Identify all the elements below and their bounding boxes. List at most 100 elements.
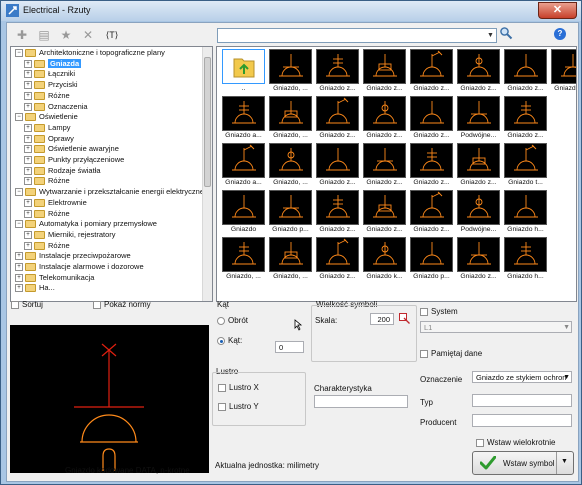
symbol-tile[interactable]: Gniazdo t... xyxy=(504,143,547,187)
tree-item[interactable]: + Oświetlenie awaryjne xyxy=(24,144,119,154)
chevron-down-icon[interactable]: ▼ xyxy=(486,30,495,41)
symbol-tile[interactable]: Gniazdo z... xyxy=(410,49,453,93)
tree-item[interactable]: + Lampy xyxy=(24,123,71,133)
remember-checkbox[interactable]: Pamiętaj dane xyxy=(420,349,482,358)
characteristic-input[interactable] xyxy=(314,395,408,408)
symbol-tile[interactable]: Gniazdo a... xyxy=(222,96,265,140)
tree-item[interactable]: + Łączniki xyxy=(24,69,75,79)
list-icon[interactable]: ▤ xyxy=(36,27,52,43)
symbol-grid[interactable]: .. Gniazdo, ... Gniazdo z... Gniazdo z... Gn… xyxy=(216,46,577,302)
symbol-tile[interactable]: Gniazdo, ... xyxy=(269,143,312,187)
sort-checkbox[interactable]: Sortuj xyxy=(11,300,43,309)
expand-toggle-icon[interactable]: + xyxy=(24,209,32,218)
parent-folder-tile[interactable]: .. xyxy=(222,49,265,93)
symbol-tile[interactable]: Gniazdo z... xyxy=(316,143,359,187)
system-checkbox[interactable]: System xyxy=(420,307,458,316)
symbol-tile[interactable]: Gniazdo xyxy=(222,190,265,234)
tree-item[interactable]: + Punkty przyłączeniowe xyxy=(24,155,124,165)
symbol-tile[interactable]: Gniazdo a... xyxy=(222,143,265,187)
angle-radio[interactable]: Kąt: xyxy=(217,336,242,345)
expand-toggle-icon[interactable]: + xyxy=(24,230,32,239)
symbol-tile[interactable]: Gniazdo z... xyxy=(363,96,406,140)
expand-toggle-icon[interactable]: + xyxy=(24,91,32,100)
multi-insert-checkbox[interactable]: Wstaw wielokrotnie xyxy=(476,438,555,447)
angle-input[interactable]: 0 xyxy=(275,341,304,353)
search-icon[interactable] xyxy=(499,26,513,40)
tree-scrollbar[interactable] xyxy=(202,47,212,301)
tree-item[interactable]: + Gniazda xyxy=(24,58,82,69)
search-combobox[interactable]: ▼ xyxy=(217,28,497,43)
symbol-tile[interactable]: Gniazdo h... xyxy=(504,237,547,281)
tree-item[interactable]: + Rodzaje światła xyxy=(24,166,101,176)
expand-toggle-icon[interactable]: + xyxy=(24,102,32,111)
tree-item[interactable]: − Wytwarzanie i przekształcanie energii e… xyxy=(15,187,206,197)
symbol-tile[interactable]: Gniazdo z... xyxy=(363,143,406,187)
tree-item[interactable]: + Instalacje przeciwpożarowe xyxy=(15,251,131,261)
tree-item[interactable]: − Automatyka i pomiary przemysłowe xyxy=(15,219,157,229)
tree-item[interactable]: + Mierniki, rejestratory xyxy=(24,230,116,240)
type-input[interactable] xyxy=(472,394,572,407)
tree-item[interactable]: + Różne xyxy=(24,176,70,186)
symbol-tile[interactable]: Gniazdo p... xyxy=(410,237,453,281)
symbol-tile[interactable]: Gniazdo z... xyxy=(457,49,500,93)
expand-toggle-icon[interactable]: + xyxy=(24,166,32,175)
symbol-tile[interactable]: Gniazdo p... xyxy=(269,190,312,234)
expand-toggle-icon[interactable]: + xyxy=(24,198,32,207)
add-icon[interactable]: ✚ xyxy=(14,27,30,43)
help-icon[interactable]: ? xyxy=(554,28,566,40)
scale-pick-icon[interactable] xyxy=(399,313,410,324)
chevron-down-icon[interactable]: ▼ xyxy=(561,458,568,465)
symbol-tile[interactable]: Gniazdo z... xyxy=(410,190,453,234)
expand-toggle-icon[interactable]: + xyxy=(15,284,23,293)
tree-item[interactable]: − Architektoniczne i topograficzne plany xyxy=(15,48,165,58)
symbol-tile[interactable]: Gniazdo z... xyxy=(316,49,359,93)
mirror-y-checkbox[interactable]: Lustro Y xyxy=(218,402,259,411)
expand-toggle-icon[interactable]: − xyxy=(15,113,23,122)
expand-toggle-icon[interactable]: − xyxy=(15,49,23,58)
expand-toggle-icon[interactable]: + xyxy=(15,263,23,272)
text-style-icon[interactable]: ⟨T⟩ xyxy=(102,27,122,43)
expand-toggle-icon[interactable]: + xyxy=(15,273,23,282)
tree-item[interactable]: + Instalacje alarmowe i dozorowe xyxy=(15,262,144,272)
rotate-radio[interactable]: Obrót xyxy=(217,316,248,325)
tree-item[interactable]: + Ha... xyxy=(15,283,55,293)
symbol-tile[interactable]: Gniazdo k... xyxy=(363,237,406,281)
symbol-tile[interactable]: Podwójne... xyxy=(457,190,500,234)
symbol-tile[interactable]: Gniazdo z... xyxy=(457,237,500,281)
show-norms-checkbox[interactable]: Pokaż normy xyxy=(93,300,151,309)
expand-toggle-icon[interactable]: + xyxy=(24,241,32,250)
symbol-tile[interactable]: Gniazdo, ... xyxy=(269,96,312,140)
symbol-tile[interactable]: Gniazdo z... xyxy=(363,49,406,93)
symbol-tile[interactable]: Gniazdo z... xyxy=(363,190,406,234)
expand-toggle-icon[interactable]: + xyxy=(24,145,32,154)
close-button[interactable]: ✕ xyxy=(538,2,577,19)
expand-toggle-icon[interactable]: + xyxy=(24,123,32,132)
star-icon[interactable]: ★ xyxy=(58,27,74,43)
tree-item[interactable]: − Oświetlenie xyxy=(15,112,78,122)
tree-item[interactable]: + Elektrownie xyxy=(24,198,87,208)
producer-input[interactable] xyxy=(472,414,572,427)
system-combobox[interactable]: L1 ▼ xyxy=(420,321,572,333)
symbol-tile[interactable]: Gniazdo z... xyxy=(457,143,500,187)
symbol-tile[interactable]: Gniazdo, ... xyxy=(269,237,312,281)
expand-toggle-icon[interactable]: + xyxy=(24,59,32,68)
tree-item[interactable]: + Różne xyxy=(24,91,70,101)
tree-item[interactable]: + Przyciski xyxy=(24,80,78,90)
symbol-tile[interactable]: Gniazdo, ... xyxy=(222,237,265,281)
symbol-tile[interactable]: Gniazdo h... xyxy=(504,190,547,234)
tree-item[interactable]: + Różne xyxy=(24,209,70,219)
symbol-tile[interactable]: Gniazdo z... xyxy=(504,49,547,93)
symbol-tile[interactable]: Gniazdo z... xyxy=(504,96,547,140)
expand-toggle-icon[interactable]: + xyxy=(24,81,32,90)
expand-toggle-icon[interactable]: − xyxy=(15,220,23,229)
symbol-tile[interactable]: Podwójne... xyxy=(457,96,500,140)
tree-item[interactable]: + Oprawy xyxy=(24,134,74,144)
symbol-tile[interactable]: Gniazdo, ... xyxy=(269,49,312,93)
symbol-tile[interactable]: Gniazdo z... xyxy=(410,96,453,140)
scale-input[interactable]: 200 xyxy=(370,313,394,325)
delete-icon[interactable]: ✕ xyxy=(80,27,96,43)
expand-toggle-icon[interactable]: + xyxy=(24,156,32,165)
tree-item[interactable]: + Różne xyxy=(24,241,70,251)
expand-toggle-icon[interactable]: + xyxy=(24,70,32,79)
symbol-tile[interactable]: Gniazdo z... xyxy=(316,237,359,281)
